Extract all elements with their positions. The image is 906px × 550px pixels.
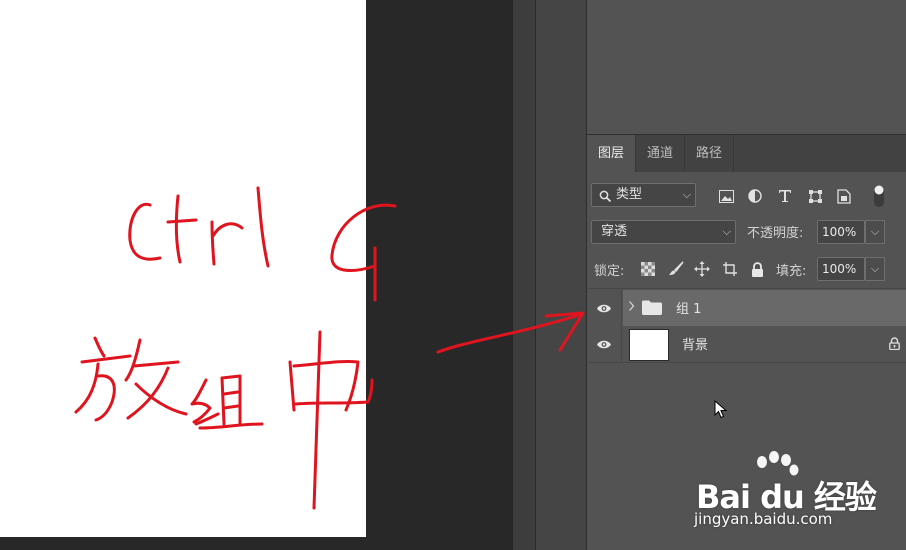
layer-thumbnail[interactable]	[629, 329, 669, 361]
opacity-label: 不透明度:	[747, 226, 804, 241]
document-canvas[interactable]	[0, 0, 366, 537]
lock-icon[interactable]	[889, 337, 900, 354]
type-filter-icon[interactable]	[776, 187, 794, 205]
lock-transparent-pixels-icon[interactable]	[640, 261, 656, 277]
search-icon	[599, 189, 612, 211]
folder-icon	[642, 300, 662, 319]
lock-label: 锁定:	[594, 264, 625, 279]
lock-row: 锁定: 填充: 100% ⌵	[587, 256, 906, 282]
layer-row-background[interactable]: 背景	[587, 326, 906, 362]
visibility-separator	[621, 326, 622, 362]
chevron-down-icon: ⌵	[722, 225, 731, 238]
image-filter-icon[interactable]	[717, 187, 735, 205]
blend-mode-select[interactable]: 穿透 ⌵	[591, 220, 736, 244]
filter-kind-select[interactable]: 类型 ⌵	[591, 183, 696, 207]
layers-row-divider	[587, 362, 906, 363]
layer-name[interactable]: 背景	[682, 334, 708, 353]
opacity-dropdown-button[interactable]: ⌵	[865, 220, 885, 244]
panel-dock-icon-column[interactable]	[536, 0, 587, 550]
filter-toggle-icon[interactable]	[870, 183, 888, 209]
filter-kind-label: 类型	[616, 187, 643, 202]
visibility-separator	[621, 290, 622, 326]
watermark-url: jingyan.baidu.com	[694, 510, 833, 528]
shape-filter-icon[interactable]	[806, 187, 824, 205]
chevron-right-icon[interactable]	[628, 300, 635, 316]
layer-row-group-1[interactable]: 组 1	[587, 290, 906, 326]
opacity-input[interactable]: 100%	[817, 220, 865, 244]
fill-input[interactable]: 100%	[817, 257, 865, 281]
upper-panel	[587, 0, 906, 135]
tab-paths[interactable]: 路径	[685, 135, 733, 172]
fill-dropdown-button[interactable]: ⌵	[865, 257, 885, 281]
tab-channels[interactable]: 通道	[636, 135, 684, 172]
lock-artboard-icon[interactable]	[722, 261, 738, 277]
panel-tab-bar: 图层 通道 路径	[587, 135, 906, 172]
lock-all-icon[interactable]	[749, 261, 765, 277]
eye-visibility-icon[interactable]	[595, 336, 613, 352]
group-layer-body[interactable]: 组 1	[623, 290, 906, 326]
layer-name[interactable]: 组 1	[676, 298, 701, 317]
smart-object-filter-icon[interactable]	[835, 187, 853, 205]
lock-image-pixels-icon[interactable]	[668, 261, 684, 277]
tab-layers[interactable]: 图层	[587, 135, 635, 172]
layers-list-divider	[587, 288, 906, 289]
mouse-cursor-icon	[714, 400, 728, 419]
baidu-jingyan-watermark: Bai du 经验 jingyan.baidu.com	[690, 448, 900, 538]
tab-separator	[733, 135, 734, 172]
panel-dock-collapsed-strip[interactable]	[513, 0, 536, 550]
fill-label: 填充:	[776, 264, 807, 279]
chevron-down-icon: ⌵	[682, 188, 691, 201]
blend-row: 穿透 ⌵ 不透明度: 100% ⌵	[587, 220, 906, 246]
eye-visibility-icon[interactable]	[595, 300, 613, 316]
blend-mode-value: 穿透	[601, 224, 628, 239]
adjustment-filter-icon[interactable]	[746, 187, 764, 205]
layer-filter-row: 类型 ⌵	[587, 183, 906, 209]
document-canvas-area[interactable]	[0, 0, 513, 550]
lock-position-icon[interactable]	[694, 261, 710, 277]
